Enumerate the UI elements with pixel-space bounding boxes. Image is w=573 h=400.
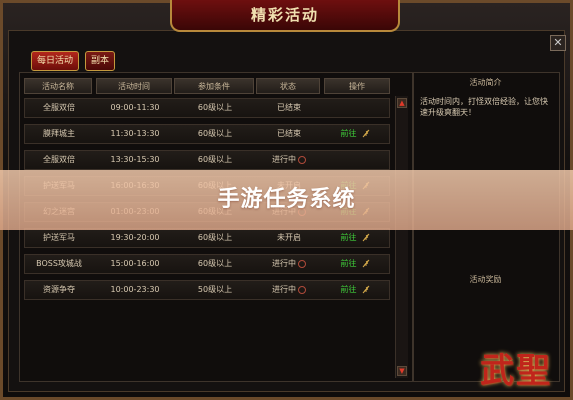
activity-status: 进行中 bbox=[257, 255, 321, 273]
window-title: 精彩活动 bbox=[170, 0, 400, 32]
activity-condition-text: 50级以上 bbox=[197, 285, 233, 294]
header-condition: 参加条件 bbox=[174, 78, 254, 94]
close-button[interactable]: ✕ bbox=[550, 35, 566, 51]
go-button-text: 前往 bbox=[340, 129, 357, 138]
go-button[interactable]: 前往 bbox=[325, 125, 385, 143]
activity-status-text: 已结束 bbox=[277, 103, 301, 112]
go-button[interactable]: 前往 bbox=[325, 229, 385, 247]
activity-name-text: 全服双倍 bbox=[43, 155, 75, 164]
tab-daily[interactable]: 每日活动 bbox=[31, 51, 80, 71]
activity-name: BOSS攻城战 bbox=[25, 255, 93, 273]
activity-time-text: 15:00-16:00 bbox=[110, 259, 160, 268]
tab-dungeon[interactable]: 副本 bbox=[85, 51, 116, 71]
scrollbar[interactable]: ▲ ▼ bbox=[395, 96, 408, 378]
clock-icon bbox=[298, 259, 306, 268]
activity-condition: 60级以上 bbox=[175, 229, 255, 247]
go-button[interactable]: 前往 bbox=[325, 255, 385, 273]
go-button[interactable]: 前往 bbox=[325, 281, 385, 299]
activity-status: 未开启 bbox=[257, 229, 321, 247]
scroll-up-icon[interactable]: ▲ bbox=[397, 98, 407, 108]
go-button-text: 前往 bbox=[340, 259, 357, 268]
banner-title: 手游任务系统 bbox=[217, 187, 356, 212]
activity-status-text: 进行中 bbox=[272, 155, 296, 164]
table-row[interactable]: 护送军马 19:30-20:00 60级以上 未开启 前往 bbox=[24, 228, 390, 248]
feather-icon bbox=[362, 129, 369, 138]
activity-time: 13:30-15:30 bbox=[97, 151, 173, 169]
activity-time: 19:30-20:00 bbox=[97, 229, 173, 247]
activity-time: 10:00-23:30 bbox=[97, 281, 173, 299]
activity-time-text: 13:30-15:30 bbox=[110, 155, 160, 164]
table-row[interactable]: BOSS攻城战 15:00-16:00 60级以上 进行中 前往 bbox=[24, 254, 390, 274]
header-time: 活动时间 bbox=[96, 78, 172, 94]
table-row[interactable]: 膜拜城主 11:30-13:30 60级以上 已结束 前往 bbox=[24, 124, 390, 144]
activity-name: 全服双倍 bbox=[25, 99, 93, 117]
game-logo: 武聖 bbox=[480, 351, 552, 391]
activity-status-text: 进行中 bbox=[272, 259, 296, 268]
activity-time-text: 19:30-20:00 bbox=[110, 233, 160, 242]
activity-name: 资源争夺 bbox=[25, 281, 93, 299]
clock-icon bbox=[298, 285, 306, 294]
activity-name: 护送军马 bbox=[25, 229, 93, 247]
activity-condition: 60级以上 bbox=[175, 99, 255, 117]
scroll-down-icon[interactable]: ▼ bbox=[397, 366, 407, 376]
activity-time: 11:30-13:30 bbox=[97, 125, 173, 143]
activity-name-text: BOSS攻城战 bbox=[36, 259, 82, 268]
activity-condition: 60级以上 bbox=[175, 255, 255, 273]
activity-time: 09:00-11:30 bbox=[97, 99, 173, 117]
activity-condition: 60级以上 bbox=[175, 125, 255, 143]
activity-time-text: 10:00-23:30 bbox=[110, 285, 160, 294]
activity-condition-text: 60级以上 bbox=[197, 259, 233, 268]
activity-name-text: 资源争夺 bbox=[43, 285, 75, 294]
activity-status: 已结束 bbox=[257, 99, 321, 117]
activity-condition-text: 60级以上 bbox=[197, 155, 233, 164]
activity-name-text: 膜拜城主 bbox=[43, 129, 75, 138]
go-button-text: 前往 bbox=[340, 285, 357, 294]
table-row[interactable]: 资源争夺 10:00-23:30 50级以上 进行中 前往 bbox=[24, 280, 390, 300]
activity-status: 进行中 bbox=[257, 151, 321, 169]
activity-condition-text: 60级以上 bbox=[197, 103, 233, 112]
activity-status-text: 已结束 bbox=[277, 129, 301, 138]
feather-icon bbox=[362, 233, 369, 242]
activity-name-text: 全服双倍 bbox=[43, 103, 75, 112]
feather-icon bbox=[362, 259, 369, 268]
header-action: 操作 bbox=[324, 78, 390, 94]
activity-condition-text: 60级以上 bbox=[197, 233, 233, 242]
activity-name: 全服双倍 bbox=[25, 151, 93, 169]
activity-time: 15:00-16:00 bbox=[97, 255, 173, 273]
feather-icon bbox=[362, 285, 369, 294]
activity-status-text: 进行中 bbox=[272, 285, 296, 294]
reward-title: 活动奖励 bbox=[469, 275, 502, 284]
go-button-text: 前往 bbox=[340, 233, 357, 242]
activity-condition: 60级以上 bbox=[175, 151, 255, 169]
activity-status: 进行中 bbox=[257, 281, 321, 299]
header-name: 活动名称 bbox=[24, 78, 92, 94]
clock-icon bbox=[298, 155, 306, 164]
activity-name-text: 护送军马 bbox=[43, 233, 75, 242]
activity-time-text: 11:30-13:30 bbox=[110, 129, 160, 138]
activity-status: 已结束 bbox=[257, 125, 321, 143]
detail-description: 活动时间内，打怪双倍经验，让您快速升级爽翻天！ bbox=[420, 97, 548, 117]
activity-condition: 50级以上 bbox=[175, 281, 255, 299]
detail-title: 活动简介 bbox=[469, 78, 502, 87]
activity-name: 膜拜城主 bbox=[25, 125, 93, 143]
activity-condition-text: 60级以上 bbox=[197, 129, 233, 138]
activity-status-text: 未开启 bbox=[277, 233, 301, 242]
table-row[interactable]: 全服双倍 13:30-15:30 60级以上 进行中 bbox=[24, 150, 390, 170]
table-row[interactable]: 全服双倍 09:00-11:30 60级以上 已结束 bbox=[24, 98, 390, 118]
activity-time-text: 09:00-11:30 bbox=[110, 103, 160, 112]
header-status: 状态 bbox=[256, 78, 320, 94]
